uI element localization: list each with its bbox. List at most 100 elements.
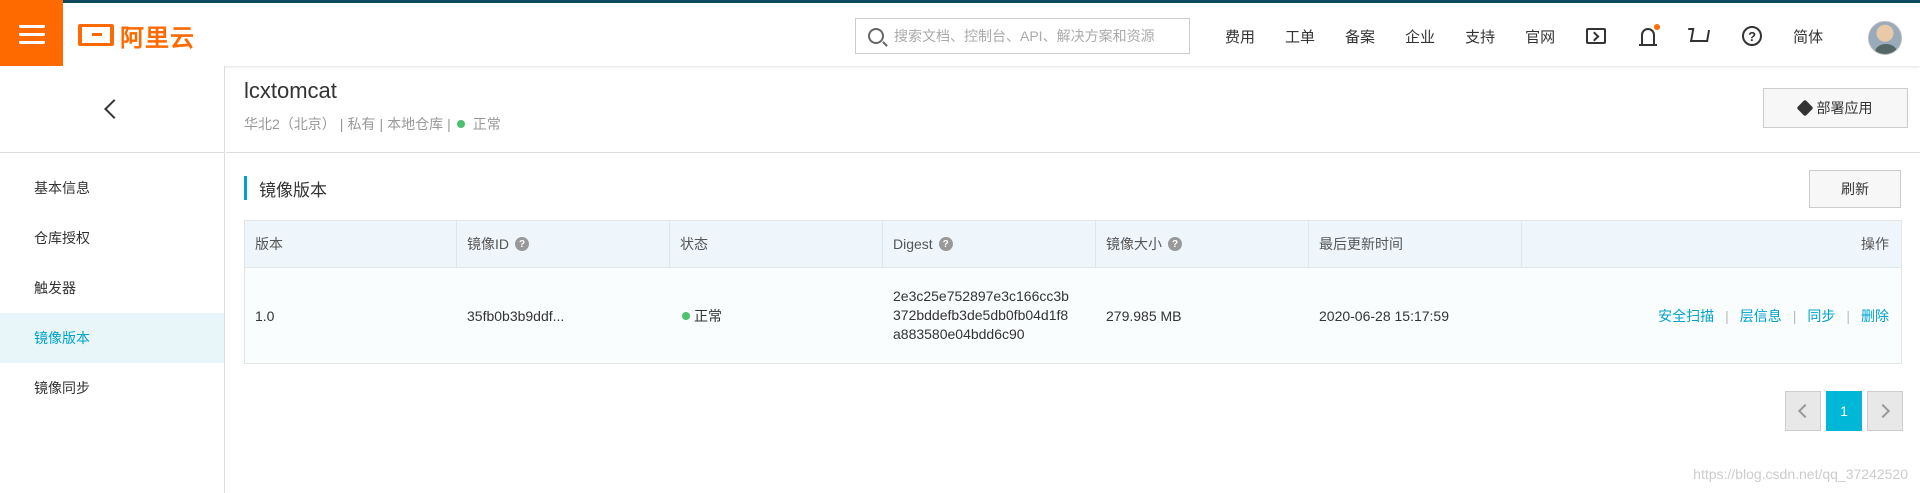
table-header: 版本 镜像ID? 状态 Digest? 镜像大小? 最后更新时间 操作 — [245, 221, 1901, 268]
user-avatar[interactable] — [1868, 21, 1902, 55]
search-input[interactable] — [894, 28, 1184, 44]
column-header-image-size: 镜像大小? — [1096, 221, 1309, 267]
cart-button[interactable] — [1689, 25, 1711, 47]
nav-tickets[interactable]: 工单 — [1285, 26, 1315, 47]
action-separator: | — [1846, 307, 1850, 324]
chevron-right-icon — [1875, 403, 1891, 419]
repo-region: 华北2（北京） — [244, 116, 336, 132]
column-header-status: 状态 — [670, 221, 883, 267]
pagination: 1 — [1785, 391, 1903, 431]
nav-fees[interactable]: 费用 — [1225, 26, 1255, 47]
chevron-left-icon — [104, 99, 124, 119]
cell-version: 1.0 — [255, 307, 275, 324]
help-question-icon[interactable]: ? — [515, 237, 529, 251]
help-button[interactable]: ? — [1741, 25, 1763, 47]
cloud-shell-button[interactable] — [1585, 25, 1607, 47]
nav-icp-filing[interactable]: 备案 — [1345, 26, 1375, 47]
menu-line — [18, 33, 45, 36]
back-button[interactable] — [0, 66, 224, 153]
deploy-app-button[interactable]: 部署应用 — [1763, 88, 1908, 128]
column-label: 镜像大小 — [1106, 236, 1162, 252]
cell-image-size: 279.985 MB — [1106, 307, 1182, 324]
menu-line — [18, 25, 45, 28]
digest-line: 372bddefb3de5db0fb04d1f8 — [893, 307, 1069, 323]
top-navigation-bar: 阿里云 费用 工单 备案 企业 支持 官网 ? 简体 — [0, 0, 1920, 69]
column-label: 操作 — [1861, 236, 1889, 252]
cube-icon — [1796, 99, 1813, 117]
repo-type: 本地仓库 — [387, 116, 444, 132]
column-label: Digest — [893, 236, 933, 252]
digest-value: 2e3c25e752897e3c166cc3b 372bddefb3de5db0… — [893, 287, 1069, 344]
sidebar-item-triggers[interactable]: 触发器 — [0, 263, 224, 313]
page-number-button[interactable]: 1 — [1826, 391, 1862, 431]
deploy-label: 部署应用 — [1816, 100, 1873, 116]
layer-info-link[interactable]: 层信息 — [1740, 306, 1782, 326]
delete-link[interactable]: 删除 — [1861, 306, 1889, 326]
security-scan-link[interactable]: 安全扫描 — [1658, 306, 1714, 326]
bell-icon — [1639, 28, 1658, 46]
column-label: 版本 — [255, 236, 283, 252]
column-label: 状态 — [680, 236, 708, 252]
brand-name: 阿里云 — [120, 24, 195, 52]
left-sidebar: 基本信息 仓库授权 触发器 镜像版本 镜像同步 — [0, 66, 225, 493]
sidebar-item-repo-auth[interactable]: 仓库授权 — [0, 213, 224, 263]
table-row: 1.0 35fb0b3b9ddf... 正常 2e3c25e752897e3c1… — [245, 268, 1901, 363]
column-header-image-id: 镜像ID? — [457, 221, 670, 267]
chevron-left-icon — [1797, 403, 1813, 419]
meta-separator: | — [447, 116, 451, 132]
digest-line: 2e3c25e752897e3c166cc3b — [893, 288, 1069, 304]
refresh-button[interactable]: 刷新 — [1809, 170, 1901, 208]
column-label: 最后更新时间 — [1319, 236, 1403, 252]
top-nav-links: 费用 工单 备案 企业 支持 官网 ? 简体 — [1210, 3, 1838, 69]
sidebar-menu: 基本信息 仓库授权 触发器 镜像版本 镜像同步 — [0, 153, 224, 413]
sidebar-item-image-sync[interactable]: 镜像同步 — [0, 363, 224, 413]
aliyun-logo[interactable]: 阿里云 — [78, 19, 195, 52]
section-title: 镜像版本 — [244, 176, 327, 200]
column-header-version: 版本 — [245, 221, 457, 267]
cell-last-updated: 2020-06-28 15:17:59 — [1319, 307, 1449, 324]
sidebar-item-basic-info[interactable]: 基本信息 — [0, 163, 224, 213]
cell-image-id: 35fb0b3b9ddf... — [467, 307, 565, 324]
watermark-text: https://blog.csdn.net/qq_37242520 — [1693, 466, 1908, 482]
cart-icon — [1690, 30, 1711, 42]
help-icon: ? — [1742, 26, 1763, 46]
search-icon — [868, 28, 884, 44]
help-question-icon[interactable]: ? — [1168, 237, 1182, 251]
language-switch[interactable]: 简体 — [1793, 26, 1823, 47]
action-separator: | — [1792, 307, 1797, 324]
global-search-box[interactable] — [855, 18, 1190, 54]
digest-line: a883580e04bdd6c90 — [893, 326, 1025, 342]
page-title: lcxtomcat — [244, 78, 337, 103]
sync-link[interactable]: 同步 — [1807, 306, 1835, 326]
repo-visibility: 私有 — [347, 116, 376, 132]
column-header-actions: 操作 — [1522, 221, 1901, 267]
repository-meta: 华北2（北京） | 私有 | 本地仓库 | 正常 — [244, 114, 501, 134]
status-dot-icon — [682, 311, 690, 320]
status-dot-icon — [456, 120, 465, 128]
cell-status: 正常 — [670, 268, 883, 363]
logo-mark-icon — [78, 24, 114, 46]
nav-support[interactable]: 支持 — [1465, 26, 1495, 47]
column-header-last-updated: 最后更新时间 — [1309, 221, 1522, 267]
action-separator: | — [1725, 307, 1729, 324]
column-label: 镜像ID — [467, 236, 509, 252]
status-text: 正常 — [694, 307, 722, 324]
sidebar-item-image-versions[interactable]: 镜像版本 — [0, 313, 224, 363]
repo-status: 正常 — [472, 116, 501, 132]
notifications-button[interactable] — [1637, 24, 1661, 47]
nav-enterprise[interactable]: 企业 — [1405, 26, 1435, 47]
repository-header: lcxtomcat 华北2（北京） | 私有 | 本地仓库 | 正常 部署应用 — [226, 66, 1920, 153]
image-versions-table: 版本 镜像ID? 状态 Digest? 镜像大小? 最后更新时间 操作 1.0 … — [244, 220, 1902, 364]
cell-digest: 2e3c25e752897e3c166cc3b 372bddefb3de5db0… — [883, 268, 1096, 363]
prev-page-button[interactable] — [1785, 391, 1821, 431]
hamburger-menu-button[interactable] — [0, 0, 63, 69]
terminal-icon — [1586, 28, 1607, 44]
meta-separator: | — [339, 116, 344, 132]
help-question-icon[interactable]: ? — [938, 237, 953, 251]
column-header-digest: Digest? — [883, 221, 1096, 267]
nav-official-site[interactable]: 官网 — [1525, 26, 1555, 47]
menu-line — [18, 41, 45, 44]
next-page-button[interactable] — [1867, 391, 1903, 431]
notification-dot — [1654, 24, 1661, 30]
meta-separator: | — [379, 116, 384, 132]
